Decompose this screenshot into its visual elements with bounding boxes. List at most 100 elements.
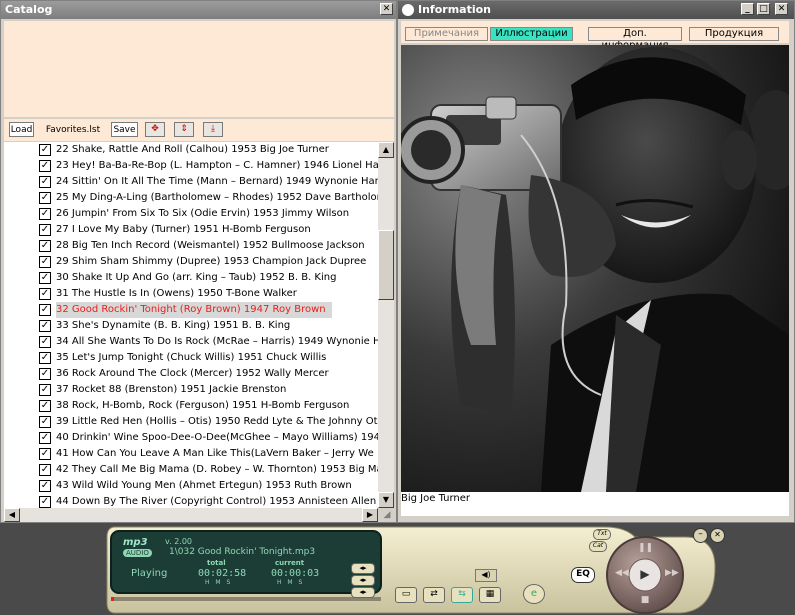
photo-caption: Big Joe Turner xyxy=(401,492,789,516)
scroll-up-icon[interactable]: ▲ xyxy=(378,142,394,158)
information-titlebar[interactable]: Information xyxy=(398,1,794,19)
list-item[interactable]: ✓ 44 Down By The River (Copyright Control… xyxy=(4,494,378,508)
list-item[interactable]: ✓ 32 Good Rockin' Tonight (Roy Brown) 194… xyxy=(4,302,378,318)
track-checkbox[interactable]: ✓ xyxy=(39,480,51,492)
track-checkbox[interactable]: ✓ xyxy=(39,416,51,428)
list-item[interactable]: ✓ 26 Jumpin' From Six To Six (Odie Ervin)… xyxy=(4,206,378,222)
seek-icon[interactable]: ◂▸ xyxy=(351,587,375,598)
track-checkbox[interactable]: ✓ xyxy=(39,464,51,476)
track-checkbox[interactable]: ✓ xyxy=(39,400,51,412)
player-close-icon[interactable]: ✕ xyxy=(710,528,725,543)
previous-icon[interactable]: ◀◀ xyxy=(615,568,629,580)
track-checkbox[interactable]: ✓ xyxy=(39,368,51,380)
track-checkbox[interactable]: ✓ xyxy=(39,208,51,220)
speaker-icon[interactable]: ◀) xyxy=(475,569,497,582)
volume-up-icon[interactable]: ◂▸ xyxy=(351,563,375,574)
repeat-icon[interactable]: ▭ xyxy=(395,587,417,603)
scroll-thumb[interactable] xyxy=(378,230,394,300)
resize-grip-icon[interactable]: ◢ xyxy=(380,508,394,522)
mp3-player: mp3 AUDIO v. 2.00 1\032 Good Rockin' Ton… xyxy=(105,523,730,615)
list-item[interactable]: ✓ 24 Sittin' On It All The Time (Mann – B… xyxy=(4,174,378,190)
track-checkbox[interactable]: ✓ xyxy=(39,336,51,348)
list-item[interactable]: ✓ 36 Rock Around The Clock (Mercer) 1952 … xyxy=(4,366,378,382)
web-icon[interactable]: e xyxy=(523,584,545,604)
track-label: 43 Wild Wild Young Men (Ahmet Ertegun) 1… xyxy=(56,480,352,491)
track-label: 36 Rock Around The Clock (Mercer) 1952 W… xyxy=(56,368,329,379)
shuffle-icon[interactable]: ⇄ xyxy=(423,587,445,603)
list-item[interactable]: ✓ 39 Little Red Hen (Hollis – Otis) 1950 … xyxy=(4,414,378,430)
load-button[interactable]: Load xyxy=(9,122,34,137)
minimize-icon[interactable]: _ xyxy=(741,3,754,15)
playlist-vertical-scrollbar[interactable]: ▲ ▼ xyxy=(378,142,394,508)
list-item[interactable]: ✓ 41 How Can You Leave A Man Like This(La… xyxy=(4,446,378,462)
information-tabs: Примечания Иллюстрации Доп. информация П… xyxy=(401,21,789,51)
list-item[interactable]: ✓ 31 The Hustle Is In (Owens) 1950 T-Bone… xyxy=(4,286,378,302)
move-to-ends-icon[interactable]: ⤓ xyxy=(203,122,223,137)
list-item[interactable]: ✓ 22 Shake, Rattle And Roll (Calhou) 1953… xyxy=(4,142,378,158)
list-item[interactable]: ✓ 27 I Love My Baby (Turner) 1951 H-Bomb … xyxy=(4,222,378,238)
tab-production[interactable]: Продукция xyxy=(689,27,779,41)
track-checkbox[interactable]: ✓ xyxy=(39,240,51,252)
track-checkbox[interactable]: ✓ xyxy=(39,496,51,508)
track-checkbox[interactable]: ✓ xyxy=(39,224,51,236)
track-checkbox[interactable]: ✓ xyxy=(39,176,51,188)
catalog-close-icon[interactable]: ✕ xyxy=(380,3,393,15)
move-up-down-icon[interactable]: ⇕ xyxy=(174,122,194,137)
current-hms: H M S xyxy=(277,579,305,586)
list-item[interactable]: ✓ 35 Let's Jump Tonight (Chuck Willis) 19… xyxy=(4,350,378,366)
playlist-name-field[interactable]: Favorites.lst xyxy=(38,122,108,137)
track-checkbox[interactable]: ✓ xyxy=(39,352,51,364)
playlist-list[interactable]: ✓ 22 Shake, Rattle And Roll (Calhou) 1953… xyxy=(4,142,378,508)
track-checkbox[interactable]: ✓ xyxy=(39,272,51,284)
list-item[interactable]: ✓ 30 Shake It Up And Go (arr. King – Taub… xyxy=(4,270,378,286)
save-button[interactable]: Save xyxy=(111,122,138,137)
scroll-left-icon[interactable]: ◀ xyxy=(4,508,20,522)
volume-down-icon[interactable]: ◂▸ xyxy=(351,575,375,586)
list-item[interactable]: ✓ 29 Shim Sham Shimmy (Dupree) 1953 Champ… xyxy=(4,254,378,270)
next-icon[interactable]: ▶▶ xyxy=(665,568,679,580)
track-checkbox[interactable]: ✓ xyxy=(39,304,51,316)
list-item[interactable]: ✓ 42 They Call Me Big Mama (D. Robey – W.… xyxy=(4,462,378,478)
playlist-horizontal-scrollbar[interactable]: ◀ ▶ xyxy=(4,508,378,522)
track-checkbox[interactable]: ✓ xyxy=(39,448,51,460)
tab-notes[interactable]: Примечания xyxy=(405,27,488,41)
album-icon[interactable]: ▦ xyxy=(479,587,501,603)
track-checkbox[interactable]: ✓ xyxy=(39,320,51,332)
list-item[interactable]: ✓ 28 Big Ten Inch Record (Weismantel) 195… xyxy=(4,238,378,254)
catalog-button[interactable]: Cat xyxy=(589,541,607,552)
tab-extra-info[interactable]: Доп. информация xyxy=(588,27,682,51)
track-label: 33 She's Dynamite (B. B. King) 1951 B. B… xyxy=(56,320,291,331)
list-item[interactable]: ✓ 23 Hey! Ba-Ba-Re-Bop (L. Hampton – C. H… xyxy=(4,158,378,174)
playlist-mode-icon[interactable]: ⇆ xyxy=(451,587,473,603)
player-minimize-icon[interactable]: – xyxy=(693,528,708,543)
track-label: 41 How Can You Leave A Man Like This(LaV… xyxy=(56,448,374,459)
close-icon[interactable]: ✕ xyxy=(775,3,788,15)
tab-illustrations[interactable]: Иллюстрации xyxy=(490,27,573,41)
track-checkbox[interactable]: ✓ xyxy=(39,432,51,444)
track-label: 28 Big Ten Inch Record (Weismantel) 1952… xyxy=(56,240,365,251)
catalog-titlebar[interactable]: Catalog xyxy=(1,1,396,19)
list-item[interactable]: ✓ 40 Drinkin' Wine Spoo-Dee-O-Dee(McGhee … xyxy=(4,430,378,446)
play-icon[interactable]: ▶ xyxy=(637,566,653,582)
scroll-right-icon[interactable]: ▶ xyxy=(362,508,378,522)
track-checkbox[interactable]: ✓ xyxy=(39,288,51,300)
track-checkbox[interactable]: ✓ xyxy=(39,384,51,396)
list-item[interactable]: ✓ 33 She's Dynamite (B. B. King) 1951 B. … xyxy=(4,318,378,334)
maximize-icon[interactable]: □ xyxy=(757,3,770,15)
scroll-down-icon[interactable]: ▼ xyxy=(378,492,394,508)
track-checkbox[interactable]: ✓ xyxy=(39,256,51,268)
list-item[interactable]: ✓ 37 Rocket 88 (Brenston) 1951 Jackie Bre… xyxy=(4,382,378,398)
move-all-directions-icon[interactable]: ✥ xyxy=(145,122,165,137)
text-button[interactable]: Txt xyxy=(593,529,611,540)
list-item[interactable]: ✓ 38 Rock, H-Bomb, Rock (Ferguson) 1951 H… xyxy=(4,398,378,414)
list-item[interactable]: ✓ 43 Wild Wild Young Men (Ahmet Ertegun) … xyxy=(4,478,378,494)
list-item[interactable]: ✓ 25 My Ding-A-Ling (Bartholomew – Rhodes… xyxy=(4,190,378,206)
track-checkbox[interactable]: ✓ xyxy=(39,192,51,204)
stop-icon[interactable]: ■ xyxy=(639,595,651,605)
list-item[interactable]: ✓ 34 All She Wants To Do Is Rock (McRae –… xyxy=(4,334,378,350)
eq-button[interactable]: EQ xyxy=(571,567,595,583)
track-checkbox[interactable]: ✓ xyxy=(39,160,51,172)
track-checkbox[interactable]: ✓ xyxy=(39,144,51,156)
catalog-info-panel xyxy=(4,21,394,117)
pause-icon[interactable]: ❚❚ xyxy=(638,543,653,553)
